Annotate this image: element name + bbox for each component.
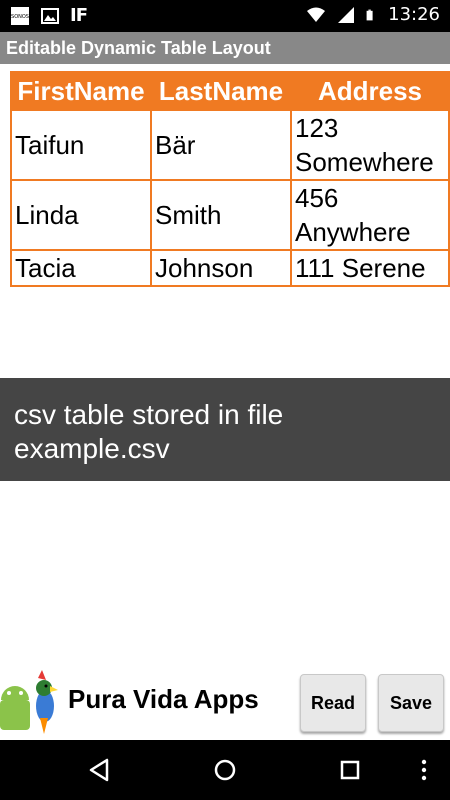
data-table: FirstName LastName Address Taifun Bär 12… xyxy=(10,71,450,287)
footer-bar: Pura Vida Apps Read Save xyxy=(0,668,450,740)
app-title: Editable Dynamic Table Layout xyxy=(0,32,450,64)
csv-info-banner: csv table stored in file example.csv xyxy=(0,378,450,481)
table-row: Tacia Johnson 111 Serene xyxy=(10,249,450,287)
csv-info-line: csv table stored in file xyxy=(14,399,284,430)
navigation-bar xyxy=(0,740,450,800)
home-icon[interactable] xyxy=(210,755,240,785)
battery-icon xyxy=(366,9,373,21)
header-cell-address: Address xyxy=(290,71,450,111)
status-bar: SONOS IF 13:26 xyxy=(0,0,450,32)
status-bar-right: 13:26 xyxy=(306,5,440,25)
table-row: Linda Smith 456 Anywhere xyxy=(10,179,450,251)
recents-icon[interactable] xyxy=(335,755,365,785)
brand-name: Pura Vida Apps xyxy=(68,684,259,714)
read-button[interactable]: Read xyxy=(300,674,366,732)
pura-vida-logo-icon xyxy=(0,670,58,734)
table-cell[interactable]: 123 Somewhere xyxy=(290,109,450,181)
table-cell[interactable]: 111 Serene xyxy=(290,249,450,287)
header-cell-lastname: LastName xyxy=(150,71,292,111)
table-cell[interactable]: Tacia xyxy=(10,249,152,287)
overflow-menu-icon[interactable] xyxy=(412,755,436,785)
sonos-icon: SONOS xyxy=(11,7,29,25)
table-header-row: FirstName LastName Address xyxy=(10,71,450,111)
table-cell[interactable]: Linda xyxy=(10,179,152,251)
ifttt-icon: IF xyxy=(70,5,88,26)
back-icon[interactable] xyxy=(85,755,115,785)
table-row: Taifun Bär 123 Somewhere xyxy=(10,109,450,181)
table-cell[interactable]: 456 Anywhere xyxy=(290,179,450,251)
table-cell[interactable]: Smith xyxy=(150,179,292,251)
signal-icon xyxy=(338,7,355,23)
svg-text:SONOS: SONOS xyxy=(11,14,29,20)
table-cell[interactable]: Taifun xyxy=(10,109,152,181)
csv-info-filename: example.csv xyxy=(14,433,170,464)
clock: 13:26 xyxy=(388,4,440,25)
table-cell[interactable]: Bär xyxy=(150,109,292,181)
wifi-icon xyxy=(307,7,326,22)
status-bar-left: SONOS IF xyxy=(10,5,88,26)
save-button[interactable]: Save xyxy=(378,674,444,732)
header-cell-firstname: FirstName xyxy=(10,71,152,111)
table-cell[interactable]: Johnson xyxy=(150,249,292,287)
image-icon xyxy=(41,8,59,24)
data-table-container: FirstName LastName Address Taifun Bär 12… xyxy=(10,71,450,287)
